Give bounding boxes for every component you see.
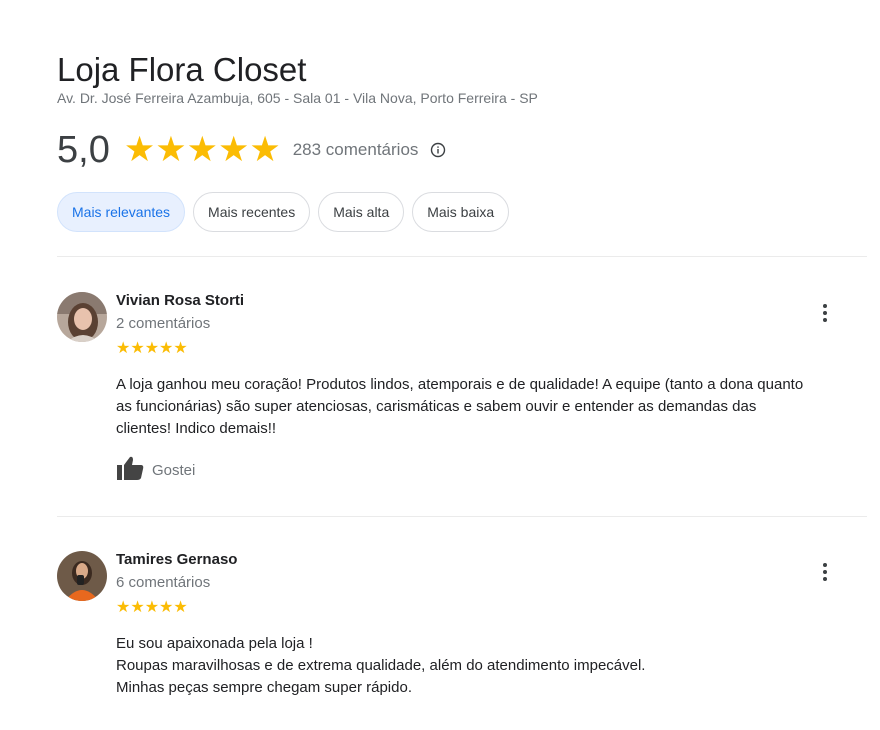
review-author[interactable]: Tamires Gernaso xyxy=(116,551,237,568)
divider xyxy=(57,256,867,257)
avatar[interactable] xyxy=(57,551,107,601)
store-name: Loja Flora Closet xyxy=(57,51,307,88)
like-button[interactable]: Gostei xyxy=(116,455,195,486)
filter-highest[interactable]: Mais alta xyxy=(318,192,405,232)
review-item: Vivian Rosa Storti 2 comentários ★★★★★ A… xyxy=(57,292,867,492)
review-author-count: 2 comentários xyxy=(116,315,211,332)
review-text-line: Eu sou apaixonada pela loja ! xyxy=(116,635,313,652)
more-vert-icon[interactable] xyxy=(815,302,835,324)
info-icon[interactable] xyxy=(430,142,446,158)
average-rating: 5,0 xyxy=(57,129,110,171)
review-item: Tamires Gernaso 6 comentários ★★★★★ Eu s… xyxy=(57,551,867,711)
avatar[interactable] xyxy=(57,292,107,342)
review-text-line: as funcionárias) são super atenciosas, c… xyxy=(116,398,757,415)
thumb-up-icon xyxy=(116,455,144,486)
store-address: Av. Dr. José Ferreira Azambuja, 605 - Sa… xyxy=(57,90,538,106)
review-count: 283 comentários xyxy=(292,140,419,159)
like-label: Gostei xyxy=(152,462,196,479)
review-text: Eu sou apaixonada pela loja ! Roupas mar… xyxy=(116,633,866,699)
review-author[interactable]: Vivian Rosa Storti xyxy=(116,292,244,309)
rating-stars: ★★★★★ xyxy=(123,130,281,169)
review-text-line: Roupas maravilhosas e de extrema qualida… xyxy=(116,657,646,674)
review-text-line: A loja ganhou meu coração! Produtos lind… xyxy=(116,376,804,393)
review-stars: ★★★★★ xyxy=(116,599,188,616)
review-text-line: clientes! Indico demais!! xyxy=(116,420,277,437)
filter-lowest[interactable]: Mais baixa xyxy=(412,192,510,232)
store-header: Loja Flora Closet Av. Dr. José Ferreira … xyxy=(57,51,538,107)
review-text: A loja ganhou meu coração! Produtos lind… xyxy=(116,374,866,440)
review-author-count: 6 comentários xyxy=(116,574,211,591)
rating-summary: 5,0 ★★★★★ 283 comentários xyxy=(57,130,446,170)
sort-filters: Mais relevantes Mais recentes Mais alta … xyxy=(57,192,510,232)
review-text-line: Minhas peças sempre chegam super rápido. xyxy=(116,679,412,696)
divider xyxy=(57,516,867,517)
review-stars: ★★★★★ xyxy=(116,340,188,357)
filter-most-recent[interactable]: Mais recentes xyxy=(193,192,311,232)
filter-most-relevant[interactable]: Mais relevantes xyxy=(57,192,186,232)
more-vert-icon[interactable] xyxy=(815,561,835,583)
